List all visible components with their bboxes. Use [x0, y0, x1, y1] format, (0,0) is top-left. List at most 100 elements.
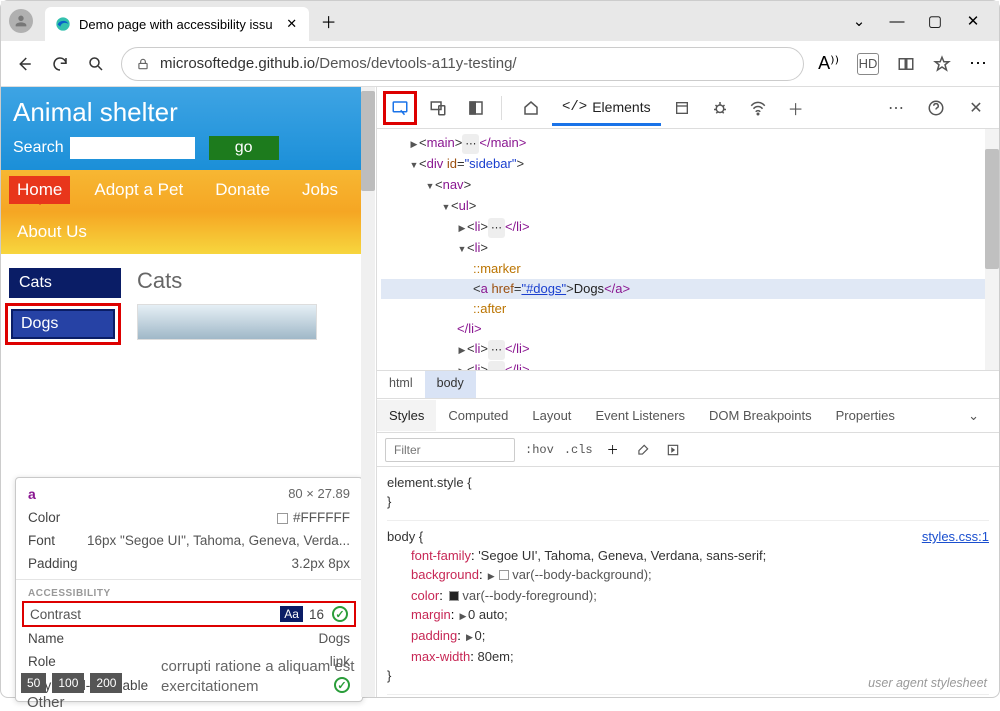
- panel-toggle-icon[interactable]: [459, 91, 493, 125]
- subtab-layout[interactable]: Layout: [520, 400, 583, 431]
- devtools-menu-icon[interactable]: ⋯: [879, 91, 913, 125]
- styles-rules[interactable]: element.style { } body {styles.css:1 fon…: [377, 467, 999, 697]
- tooltip-a11y-heading: ACCESSIBILITY: [16, 584, 362, 601]
- main-nav: Home Adopt a Pet Donate Jobs About Us: [1, 170, 375, 254]
- welcome-tab-icon[interactable]: [514, 91, 548, 125]
- settings-menu-icon[interactable]: ⋯: [969, 53, 987, 74]
- breadcrumb-body[interactable]: body: [425, 371, 476, 398]
- dom-scrollbar[interactable]: [985, 129, 999, 370]
- url-bar[interactable]: microsoftedge.github.io/Demos/devtools-a…: [121, 47, 804, 81]
- minimize-icon[interactable]: —: [889, 12, 905, 30]
- devtools-toolbar: </>Elements ＋ ⋯ ✕: [377, 87, 999, 129]
- tip-color-value: #FFFFFF: [293, 510, 350, 525]
- help-icon[interactable]: [919, 91, 953, 125]
- new-tab-button[interactable]: ＋: [315, 7, 343, 35]
- tooltip-tag: a: [28, 486, 36, 502]
- app-tab-icon[interactable]: [665, 91, 699, 125]
- search-label: Search: [13, 139, 64, 157]
- stylesheet-link[interactable]: styles.css:1: [922, 527, 989, 546]
- tip-contrast-label: Contrast: [30, 607, 280, 622]
- tip-color-label: Color: [28, 510, 60, 525]
- close-icon[interactable]: ✕: [965, 12, 981, 30]
- tip-contrast-value: 16: [309, 607, 324, 622]
- sidebar-cats[interactable]: Cats: [9, 268, 121, 298]
- chevron-down-icon[interactable]: ⌄: [851, 12, 867, 30]
- check-icon: ✓: [332, 606, 348, 622]
- sidebar-dogs[interactable]: Dogs: [11, 309, 115, 339]
- styles-filter-input[interactable]: [385, 438, 515, 462]
- toolbar-right: A⁾⁾ HD ⋯: [818, 53, 987, 75]
- nav-about[interactable]: About Us: [9, 218, 95, 246]
- breadcrumb: html body: [377, 371, 999, 399]
- tab-title: Demo page with accessibility issu: [79, 17, 273, 32]
- chip-100[interactable]: 100: [52, 673, 84, 693]
- page-heading: Cats: [137, 268, 367, 294]
- page-scrollbar[interactable]: [361, 87, 375, 697]
- search-icon[interactable]: [85, 53, 107, 75]
- chip-200[interactable]: 200: [90, 673, 122, 693]
- window-controls: ⌄ — ▢ ✕: [851, 12, 991, 30]
- nav-adopt[interactable]: Adopt a Pet: [86, 176, 191, 204]
- site-title: Animal shelter: [13, 97, 363, 128]
- go-button[interactable]: go: [209, 136, 279, 160]
- refresh-icon[interactable]: [49, 53, 71, 75]
- breadcrumb-html[interactable]: html: [377, 371, 425, 398]
- reader-icon[interactable]: [897, 55, 915, 73]
- contrast-swatch: Aa: [280, 606, 303, 622]
- close-devtools-icon[interactable]: ✕: [959, 91, 993, 125]
- cat-image-placeholder: [137, 304, 317, 340]
- hov-toggle[interactable]: :hov: [525, 443, 554, 457]
- new-rule-icon[interactable]: ＋: [603, 440, 623, 460]
- browser-toolbar: microsoftedge.github.io/Demos/devtools-a…: [1, 41, 999, 87]
- bug-icon[interactable]: [703, 91, 737, 125]
- dom-tree[interactable]: <main>⋯</main> <div id="sidebar"> <nav> …: [377, 129, 999, 371]
- subtab-computed[interactable]: Computed: [436, 400, 520, 431]
- profile-avatar[interactable]: [9, 9, 33, 33]
- tab-elements[interactable]: </>Elements: [552, 90, 661, 126]
- tip-role-label: Role: [28, 654, 56, 669]
- network-icon[interactable]: [741, 91, 775, 125]
- chevron-down-icon[interactable]: ⌄: [956, 408, 991, 424]
- tip-font-value: 16px "Segoe UI", Tahoma, Geneva, Verda..…: [87, 533, 350, 548]
- nav-jobs[interactable]: Jobs: [294, 176, 346, 204]
- tooltip-dimensions: 80 × 27.89: [288, 486, 350, 502]
- subtab-styles[interactable]: Styles: [377, 400, 436, 431]
- maximize-icon[interactable]: ▢: [927, 12, 943, 30]
- tip-padding-label: Padding: [28, 556, 78, 571]
- computed-toggle-icon[interactable]: [663, 440, 683, 460]
- selected-dom-node[interactable]: <a href="#dogs">Dogs</a>: [381, 279, 999, 299]
- devtools-panel: </>Elements ＋ ⋯ ✕ <main>⋯</main> <div id…: [376, 87, 999, 697]
- edge-icon: [55, 16, 71, 32]
- back-icon[interactable]: [13, 53, 35, 75]
- highlight-dogs-target: Dogs: [5, 303, 121, 345]
- nav-donate[interactable]: Donate: [207, 176, 278, 204]
- tip-name-label: Name: [28, 631, 64, 646]
- browser-titlebar: Demo page with accessibility issu ✕ ＋ ⌄ …: [1, 1, 999, 41]
- browser-tab[interactable]: Demo page with accessibility issu ✕: [45, 7, 309, 41]
- subtab-properties[interactable]: Properties: [824, 400, 907, 431]
- read-aloud-icon[interactable]: A⁾⁾: [818, 53, 839, 74]
- subtab-dom-breakpoints[interactable]: DOM Breakpoints: [697, 400, 824, 431]
- inspect-element-icon[interactable]: [383, 91, 417, 125]
- donation-chips: 50 100 200: [21, 673, 122, 693]
- lorem-text: corrupti ratione a aliquam est exercitat…: [161, 657, 361, 698]
- more-tabs-icon[interactable]: ＋: [779, 91, 813, 125]
- subtab-event-listeners[interactable]: Event Listeners: [583, 400, 697, 431]
- cls-toggle[interactable]: .cls: [564, 443, 593, 457]
- styles-subtabs: Styles Computed Layout Event Listeners D…: [377, 399, 999, 433]
- tip-font-label: Font: [28, 533, 55, 548]
- other-label: Other: [27, 694, 65, 711]
- color-swatch: [277, 513, 288, 524]
- url-text: microsoftedge.github.io/Demos/devtools-a…: [160, 55, 517, 72]
- brush-icon[interactable]: [633, 440, 653, 460]
- hd-icon[interactable]: HD: [857, 53, 879, 75]
- device-toggle-icon[interactable]: [421, 91, 455, 125]
- tip-padding-value: 3.2px 8px: [291, 556, 350, 571]
- nav-home[interactable]: Home: [9, 176, 70, 204]
- user-agent-label: user agent stylesheet: [868, 674, 987, 693]
- tab-close-icon[interactable]: ✕: [285, 17, 299, 31]
- search-input[interactable]: [70, 137, 195, 159]
- highlight-contrast-row: Contrast Aa 16 ✓: [22, 601, 356, 627]
- chip-50[interactable]: 50: [21, 673, 46, 693]
- favorite-icon[interactable]: [933, 55, 951, 73]
